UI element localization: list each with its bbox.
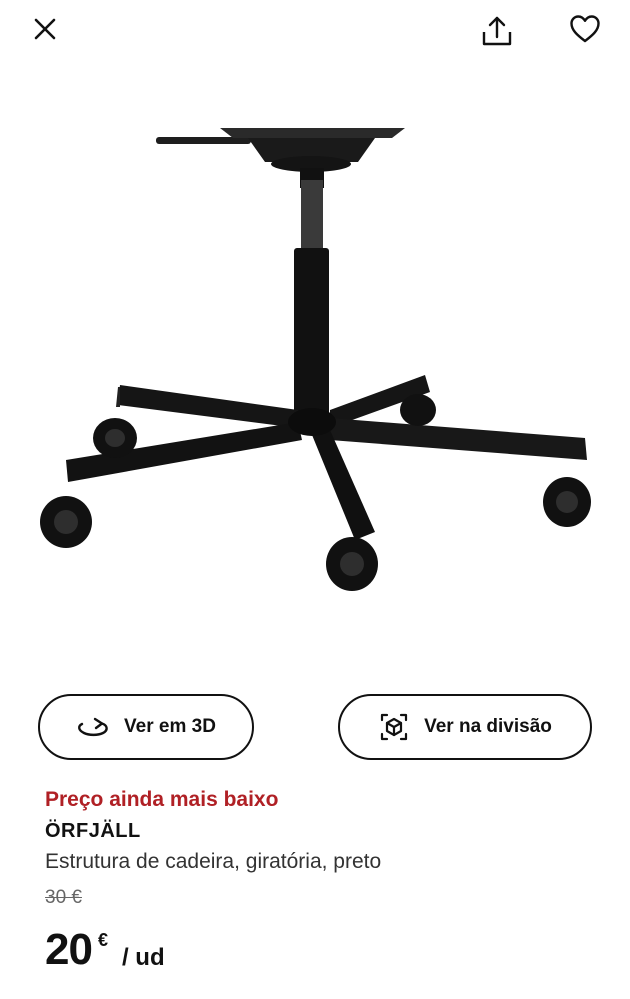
price-currency: € [97, 930, 108, 950]
close-icon [34, 18, 56, 40]
view-in-room-button[interactable]: Ver na divisão [338, 694, 592, 760]
rotate-3d-icon [78, 717, 108, 737]
heart-icon [570, 15, 600, 43]
product-description: Estrutura de cadeira, giratória, preto [45, 850, 382, 873]
price: 20 € / ud [45, 928, 165, 972]
chair-base-image [40, 128, 591, 591]
share-icon [482, 16, 512, 46]
favorite-button[interactable] [563, 7, 607, 51]
product-image[interactable] [30, 110, 600, 610]
promo-label: Preço ainda mais baixo [45, 788, 279, 811]
view-3d-button[interactable]: Ver em 3D [38, 694, 254, 760]
price-unit: / ud [121, 944, 165, 971]
view-in-room-label: Ver na divisão [424, 716, 552, 737]
view-3d-label: Ver em 3D [124, 716, 216, 737]
old-price: 30 € [45, 887, 82, 908]
augmented-reality-icon [380, 713, 408, 741]
top-bar [0, 0, 630, 60]
close-button[interactable] [23, 7, 67, 51]
product-name: ÖRFJÄLL [45, 820, 141, 842]
price-integer: 20 [45, 925, 93, 974]
share-button[interactable] [475, 9, 519, 53]
